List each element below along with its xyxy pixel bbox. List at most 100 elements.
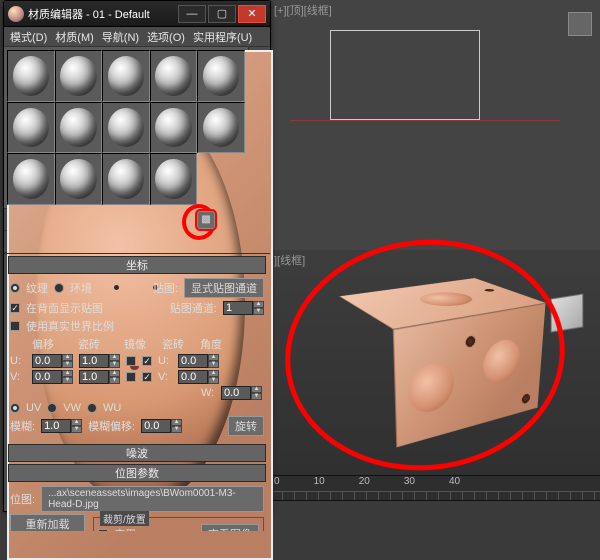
v-offset[interactable]: ▲▼ (32, 370, 73, 384)
crop-legend: 裁剪/放置 (100, 511, 149, 526)
rollout-bitmap-head[interactable]: 位图参数 (8, 464, 266, 482)
camera-frame (330, 30, 480, 120)
wu-label: WU (103, 402, 121, 414)
hdr-mirror: 镜像 (124, 336, 148, 352)
sample-slots (4, 47, 248, 208)
titlebar[interactable]: 材质编辑器 - 01 - Default — ▢ ✕ (4, 1, 270, 27)
hdr-offset: 偏移 (32, 336, 64, 352)
v-mirror[interactable] (126, 372, 136, 382)
radio-texture-label: 纹理 (26, 280, 48, 296)
menu-material[interactable]: 材质(M) (55, 29, 94, 44)
tick-30: 30 (404, 476, 415, 487)
sample-slot-5[interactable] (150, 50, 198, 102)
radio-texture[interactable] (10, 283, 20, 293)
v-tile[interactable] (142, 372, 152, 382)
vw-label: VW (63, 402, 81, 414)
textured-box[interactable] (363, 289, 507, 420)
rollout-noise-head[interactable]: 噪波 (8, 444, 266, 462)
bitmap-panel: 位图: ...ax\sceneassets\images\BWom0001-M3… (4, 482, 270, 531)
tick-20: 20 (359, 476, 370, 487)
cb-apply[interactable] (98, 529, 108, 531)
sample-slot-14[interactable] (102, 153, 150, 205)
sample-slot-12[interactable] (7, 153, 55, 205)
radio-env-label: 环境 (70, 280, 92, 296)
show-end-result-icon[interactable]: ▩ (197, 211, 215, 229)
window-title: 材质编辑器 - 01 - Default (28, 6, 178, 22)
map-label: 贴图: (153, 280, 178, 296)
sample-slot-15[interactable] (150, 153, 198, 205)
hdr-angle: 角度 (200, 336, 222, 352)
bitmap-path-button[interactable]: ...ax\sceneassets\images\BWom0001-M3-Hea… (41, 486, 264, 512)
v-angle[interactable]: ▲▼ (178, 370, 219, 384)
sample-slot-9[interactable] (102, 102, 150, 154)
cb-show-back[interactable] (10, 303, 20, 313)
sample-slot-6[interactable] (197, 50, 245, 102)
tick-10: 10 (314, 476, 325, 487)
menu-options[interactable]: 选项(O) (147, 29, 185, 44)
radio-wu[interactable] (87, 403, 97, 413)
apply-label: 应用 (114, 526, 136, 531)
u-ang-label: U: (158, 355, 172, 367)
hdr-tiling: 瓷砖 (78, 336, 110, 352)
rollout-coords-head[interactable]: 坐标 (8, 256, 266, 274)
reload-button[interactable]: 重新加载 (10, 514, 85, 531)
viewport-persp-label[interactable]: ][线框] (274, 252, 305, 268)
minimize-button[interactable]: — (178, 5, 206, 23)
viewport-top-label[interactable]: [+][顶][线框] (274, 2, 332, 18)
radio-uv[interactable] (10, 403, 20, 413)
close-button[interactable]: ✕ (238, 5, 266, 23)
sample-slot-4[interactable] (102, 50, 150, 102)
viewport-toggle-icon[interactable] (568, 12, 592, 36)
menu-util[interactable]: 实用程序(U) (193, 29, 252, 44)
sample-slot-7[interactable] (7, 102, 55, 154)
cb-show-back-label: 在背面显示贴图 (26, 300, 103, 316)
bluroff-spin[interactable]: ▲▼ (141, 419, 182, 433)
u-label: U: (10, 355, 26, 367)
rotate-button[interactable]: 旋转 (228, 416, 264, 436)
map-channel-button[interactable]: 显式贴图通道 (184, 278, 264, 298)
maximize-button[interactable]: ▢ (208, 5, 236, 23)
viewport-top[interactable]: [+][顶][线框] (270, 0, 600, 250)
app-icon (8, 6, 24, 22)
sample-slot-10[interactable] (150, 102, 198, 154)
u-mirror[interactable] (126, 356, 136, 366)
u-angle[interactable]: ▲▼ (178, 354, 219, 368)
v-ang-label: V: (158, 371, 172, 383)
sample-slot-8[interactable] (55, 102, 103, 154)
viewport-perspective[interactable]: ][线框] (270, 250, 600, 475)
v-label: V: (10, 371, 26, 383)
u-tiling[interactable]: ▲▼ (79, 354, 120, 368)
u-tile[interactable] (142, 356, 152, 366)
sample-slot-2[interactable] (7, 50, 55, 102)
bluroff-label: 模糊偏移: (88, 418, 135, 434)
viewport-area: [+][顶][线框] ][线框] (270, 0, 600, 515)
map-chan-spin[interactable]: ▲▼ (223, 301, 264, 315)
axis-line (290, 120, 560, 121)
coords-panel: 纹理 环境 贴图: 显式贴图通道 在背面显示贴图 贴图通道: ▲▼ 使用真实世界… (4, 274, 270, 442)
tick-40: 40 (449, 476, 460, 487)
cb-real-world-label: 使用真实世界比例 (26, 318, 114, 334)
map-chan-label: 贴图通道: (170, 300, 217, 316)
w-angle[interactable]: ▲▼ (221, 386, 262, 400)
cb-real-world[interactable] (10, 321, 20, 331)
view-image-button[interactable]: 查看图像 (201, 524, 259, 531)
sample-slot-11[interactable] (197, 102, 245, 154)
menu-mode[interactable]: 模式(D) (10, 29, 47, 44)
uv-label: UV (26, 402, 41, 414)
sample-slot-3[interactable] (55, 50, 103, 102)
timeline[interactable]: 0 10 20 30 40 (270, 475, 600, 515)
blur-spin[interactable]: ▲▼ (41, 419, 82, 433)
blur-label: 模糊: (10, 418, 35, 434)
material-editor-window: 材质编辑器 - 01 - Default — ▢ ✕ 模式(D) 材质(M) 导… (3, 0, 271, 512)
bitmap-path-label: 位图: (10, 491, 35, 507)
w-ang-label: W: (201, 387, 215, 399)
radio-vw[interactable] (47, 403, 57, 413)
v-tiling[interactable]: ▲▼ (79, 370, 120, 384)
radio-env[interactable] (54, 283, 64, 293)
menu-nav[interactable]: 导航(N) (102, 29, 139, 44)
hdr-tile: 瓷砖 (162, 336, 186, 352)
time-slider[interactable] (270, 500, 600, 515)
sample-slot-13[interactable] (55, 153, 103, 205)
u-offset[interactable]: ▲▼ (32, 354, 73, 368)
menubar: 模式(D) 材质(M) 导航(N) 选项(O) 实用程序(U) (4, 27, 270, 47)
